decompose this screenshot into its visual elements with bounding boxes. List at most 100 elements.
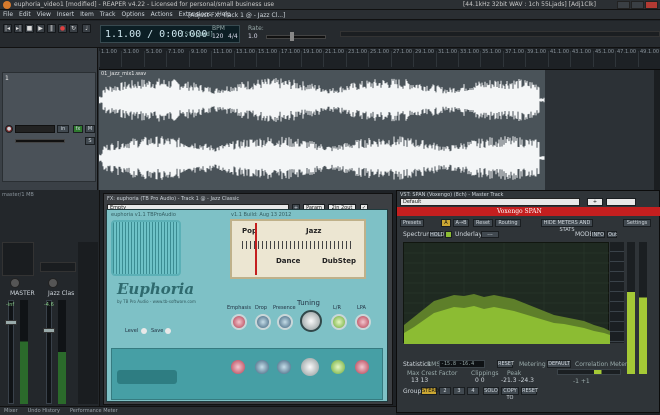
master-label: MASTER — [10, 290, 35, 297]
track-volume-slider[interactable] — [15, 139, 65, 143]
lower-knob-5[interactable] — [331, 360, 345, 374]
track-io-button[interactable]: in — [57, 125, 69, 133]
mixer-scroll[interactable] — [78, 242, 98, 404]
group-stereo-button[interactable]: STEREO — [421, 387, 442, 395]
lower-knob-2[interactable] — [255, 360, 269, 374]
go-end-button[interactable]: ▸| — [14, 24, 23, 33]
menu-file[interactable]: File — [0, 10, 16, 19]
minimize-button[interactable] — [617, 1, 630, 9]
record-arm-button[interactable]: ● — [5, 125, 13, 133]
track-number: 1 — [5, 75, 9, 82]
menu-actions[interactable]: Actions — [148, 10, 176, 19]
loop-button[interactable]: ↻ — [69, 24, 78, 33]
span-peak-label: Peak — [507, 370, 522, 377]
master-fader[interactable] — [8, 300, 14, 404]
close-button[interactable] — [645, 1, 658, 9]
ruler-tick — [436, 51, 437, 67]
emphasis-button[interactable] — [231, 314, 247, 330]
lower-knob-3[interactable] — [277, 360, 291, 374]
track-fader[interactable] — [46, 300, 52, 404]
track-fx-slot[interactable] — [40, 262, 76, 272]
lower-knob-6[interactable] — [355, 360, 369, 374]
span-presets-button[interactable]: Presets — [400, 219, 424, 227]
span-mode-button[interactable]: INFO — [591, 231, 605, 238]
span-ab-button[interactable]: A→B — [453, 219, 469, 227]
group-copy-button[interactable]: COPY TO — [501, 387, 519, 401]
rate-value[interactable]: 1.0 — [248, 33, 258, 40]
metronome-button[interactable]: ♩ — [82, 24, 91, 33]
group-3-button[interactable]: 3 — [453, 387, 465, 395]
drop-button[interactable] — [255, 314, 271, 330]
menu-item[interactable]: Item — [77, 10, 97, 19]
rate-slider-thumb[interactable] — [290, 32, 294, 41]
go-start-button[interactable]: |◂ — [3, 24, 12, 33]
empty-arrange-area[interactable] — [545, 70, 660, 190]
track-pan-knob[interactable] — [48, 278, 58, 288]
pause-button[interactable]: ‖ — [47, 24, 56, 33]
ruler-label: 9.1.00 — [191, 49, 207, 55]
scale-label-jazz: Jazz — [306, 227, 322, 235]
ruler-tick — [480, 51, 481, 67]
status-undo-tab[interactable]: Undo History — [24, 407, 64, 415]
span-param-button[interactable]: + — [587, 198, 603, 206]
group-reset-button[interactable]: RESET — [521, 387, 538, 395]
vertical-scrollbar[interactable] — [654, 70, 660, 190]
tuning-knob[interactable] — [300, 310, 322, 332]
stop-button[interactable]: ■ — [25, 24, 34, 33]
span-a-button[interactable]: A — [441, 219, 451, 227]
track-mute-button[interactable]: M — [85, 125, 95, 133]
span-out-button[interactable]: Out — [607, 231, 617, 238]
ruler-label: 13.1.00 — [236, 49, 256, 55]
save-led[interactable] — [165, 328, 171, 334]
track-header[interactable]: 1 ● in fx M S — [2, 72, 96, 182]
spectrum-display[interactable] — [403, 242, 610, 344]
span-stats-reset-button[interactable]: RESET — [497, 360, 514, 368]
group-2-button[interactable]: 2 — [439, 387, 451, 395]
status-performance-tab[interactable]: Performance Meter — [66, 407, 122, 415]
track-fader-thumb[interactable] — [43, 328, 55, 333]
span-metering-dropdown[interactable]: DEFAULT — [547, 360, 571, 368]
menu-track[interactable]: Track — [97, 10, 119, 19]
track-control-panel[interactable]: 1 ● in fx M S — [0, 48, 98, 190]
span-hold-button[interactable]: HOLD — [429, 231, 444, 238]
track-solo-button[interactable]: S — [85, 137, 95, 145]
lpa-button[interactable] — [355, 314, 371, 330]
time-signature[interactable]: 4/4 — [228, 33, 238, 40]
menu-edit[interactable]: Edit — [16, 10, 34, 19]
lower-knob-1[interactable] — [231, 360, 245, 374]
group-solo-button[interactable]: SOLO — [483, 387, 499, 395]
maximize-button[interactable] — [631, 1, 644, 9]
span-settings-button[interactable]: Settings — [623, 219, 651, 227]
rate-slider[interactable] — [266, 35, 326, 39]
mixer-gutter — [2, 242, 34, 276]
lr-button[interactable] — [331, 314, 347, 330]
master-fader-thumb[interactable] — [5, 320, 17, 325]
scale-needle[interactable] — [255, 223, 257, 275]
group-4-button[interactable]: 4 — [467, 387, 479, 395]
level-led[interactable] — [141, 328, 147, 334]
play-button[interactable]: ▶ — [36, 24, 45, 33]
menu-options[interactable]: Options — [119, 10, 148, 19]
menu-insert[interactable]: Insert — [54, 10, 77, 19]
span-io-button[interactable] — [606, 198, 636, 206]
timeline-ruler[interactable]: 1.1.00 3.1.00 5.1.00 7.1.00 9.1.00 11.1.00 13.… — [99, 48, 660, 70]
bpm-value[interactable]: 120 — [212, 33, 223, 40]
span-hide-meters-button[interactable]: HIDE METERS AND STATS — [541, 219, 593, 233]
span-reset-button[interactable]: Reset — [473, 219, 493, 227]
control-label-lpa: LPA — [357, 305, 366, 311]
span-underlay-value[interactable]: --- — [481, 231, 499, 238]
record-button[interactable]: ● — [58, 24, 67, 33]
master-pan-knob[interactable] — [10, 278, 20, 288]
lower-knob-4[interactable] — [301, 358, 319, 376]
span-preset-dropdown[interactable]: Default — [400, 198, 580, 206]
track-fx-button[interactable]: fx — [73, 125, 83, 133]
span-underlay-toggle[interactable] — [445, 231, 452, 238]
ruler-tick — [638, 51, 639, 67]
track-name-field[interactable] — [15, 125, 55, 133]
span-routing-button[interactable]: Routing — [495, 219, 521, 227]
timeline-scrollbar[interactable] — [340, 31, 660, 37]
menu-view[interactable]: View — [34, 10, 54, 19]
status-mixer-tab[interactable]: Mixer — [0, 407, 22, 415]
presence-button[interactable] — [277, 314, 293, 330]
audio-item[interactable] — [99, 70, 545, 190]
